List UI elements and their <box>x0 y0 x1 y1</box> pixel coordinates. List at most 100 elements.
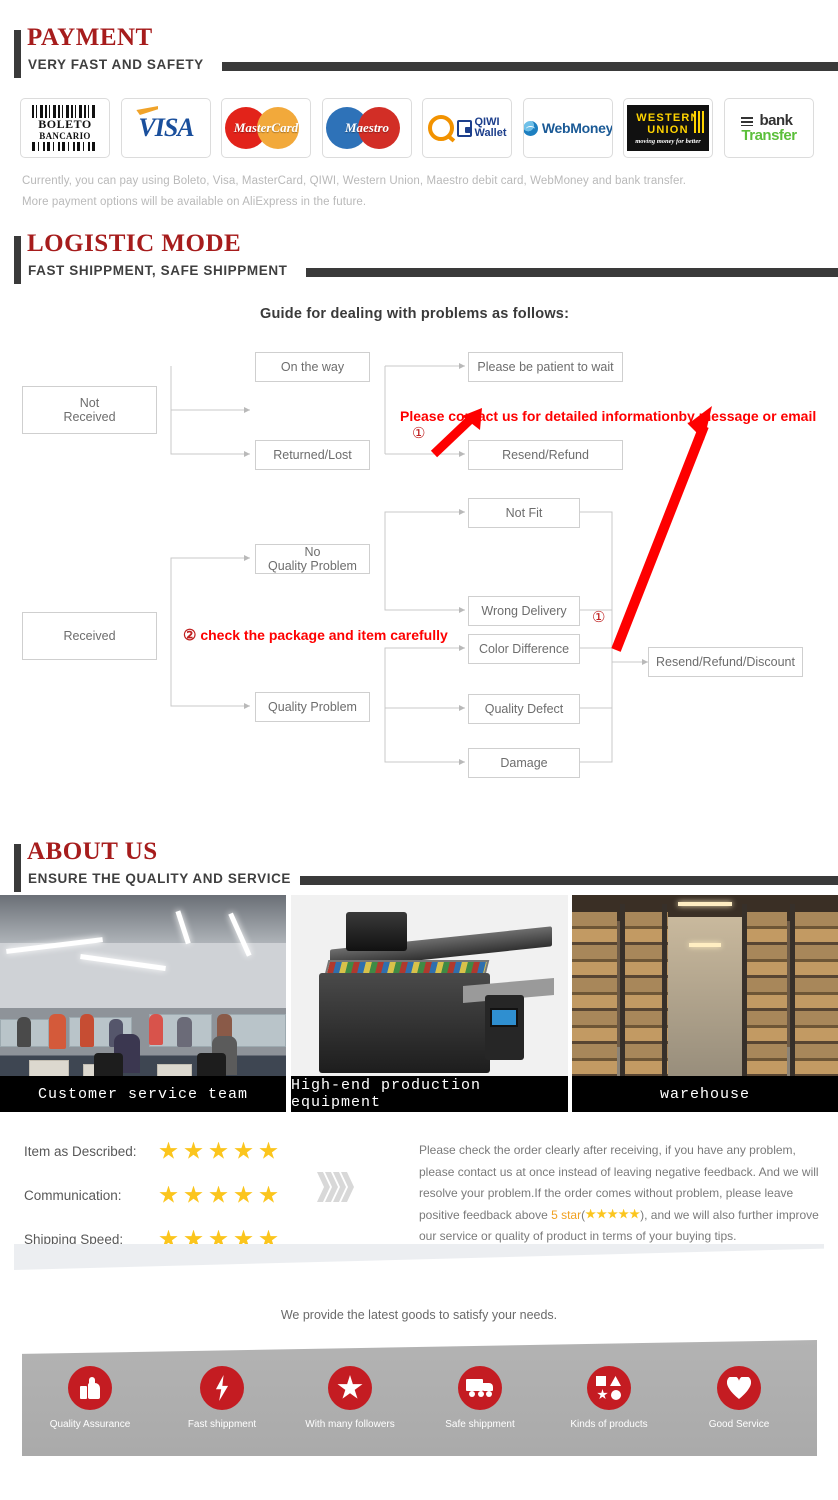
logistic-title: LOGISTIC MODE <box>27 230 242 257</box>
star-icon <box>618 1208 629 1219</box>
star-icon <box>607 1208 618 1219</box>
node-please-wait[interactable]: Please be patient to wait <box>468 352 623 382</box>
boleto-line2: BANCARIO <box>39 131 91 141</box>
webmoney-label: WebMoney <box>541 120 613 136</box>
lightning-icon <box>200 1366 244 1410</box>
office-photo: Customer service team <box>0 895 286 1112</box>
badge-kinds-of-products[interactable]: Kinds of products <box>549 1366 669 1430</box>
qiwi-ring-icon <box>427 115 454 141</box>
header-rule <box>222 62 838 71</box>
star-icon <box>629 1208 640 1219</box>
star-icon <box>259 1185 278 1203</box>
about-title: ABOUT US <box>27 838 158 865</box>
badge-good-service[interactable]: Good Service <box>679 1366 799 1430</box>
badge-quality-assurance[interactable]: Quality Assurance <box>30 1366 150 1430</box>
warehouse-photo-caption: warehouse <box>572 1076 838 1112</box>
header-accent-bar <box>14 30 21 78</box>
badge-label: Safe shippment <box>445 1419 515 1430</box>
office-photo-caption: Customer service team <box>0 1076 286 1112</box>
payment-method-visa[interactable]: VISA <box>121 98 211 158</box>
node-wrong-delivery[interactable]: Wrong Delivery <box>468 596 580 626</box>
feedback-instructions: Please check the order clearly after rec… <box>419 1140 819 1248</box>
about-subtitle: ENSURE THE QUALITY AND SERVICE <box>28 871 292 886</box>
wu-line1: WESTERN <box>636 111 700 124</box>
node-quality-defect[interactable]: Quality Defect <box>468 694 580 724</box>
node-not-received[interactable]: Not Received <box>22 386 157 434</box>
node-no-quality-problem[interactable]: No Quality Problem <box>255 544 370 574</box>
star-icon <box>328 1366 372 1410</box>
footer-tagline: We provide the latest goods to satisfy y… <box>280 1308 558 1322</box>
node-color-difference[interactable]: Color Difference <box>468 634 580 664</box>
qiwi-line2: Wallet <box>474 127 507 139</box>
node-resend-refund-discount[interactable]: Resend/Refund/Discount <box>648 647 803 677</box>
header-rule <box>306 268 838 277</box>
maestro-logo: Maestro <box>326 107 408 149</box>
warehouse-photo: warehouse <box>572 895 838 1112</box>
payment-section-header: PAYMENT VERY FAST AND SAFETY <box>0 24 838 82</box>
feedback-mini-stars: ( <box>581 1208 640 1222</box>
payment-method-bank-transfer[interactable]: bank Transfer <box>724 98 814 158</box>
about-section-header: ABOUT US ENSURE THE QUALITY AND SERVICE <box>0 838 838 896</box>
maestro-label: Maestro <box>344 120 390 135</box>
star-icon <box>159 1185 178 1203</box>
payment-method-webmoney[interactable]: WebMoney <box>523 98 613 158</box>
boleto-bancario-logo: BOLETO BANCARIO <box>32 105 98 151</box>
badge-label: Good Service <box>708 1419 770 1430</box>
star-icon <box>209 1185 228 1203</box>
node-returned-lost[interactable]: Returned/Lost <box>255 440 370 470</box>
rating-row-item-as-described: Item as Described: <box>24 1136 278 1166</box>
node-damage[interactable]: Damage <box>468 748 580 778</box>
thumbs-up-icon <box>68 1366 112 1410</box>
red-arrow-2-icon <box>611 406 712 652</box>
western-union-logo: WESTERN UNION moving money for better <box>627 105 709 151</box>
logistic-subtitle: FAST SHIPPMENT, SAFE SHIPPMENT <box>28 263 288 278</box>
header-accent-bar <box>14 236 21 284</box>
truck-icon <box>458 1366 502 1410</box>
star-icon <box>209 1141 228 1159</box>
logistics-flowchart: Guide for dealing with problems as follo… <box>0 288 838 788</box>
webmoney-globe-icon <box>524 120 538 136</box>
star-icon <box>159 1141 178 1159</box>
wu-line2: UNION <box>647 123 689 136</box>
badge-label: Kinds of products <box>570 1419 648 1430</box>
footer-badge-banner: Quality Assurance Fast shippment With ma… <box>22 1340 817 1456</box>
payment-title: PAYMENT <box>27 24 153 51</box>
heart-icon <box>717 1366 761 1410</box>
feedback-highlight: 5 star <box>551 1207 582 1222</box>
payment-method-western-union[interactable]: WESTERN UNION moving money for better <box>623 98 713 158</box>
chevron-right-icon <box>317 1172 354 1202</box>
badge-with-many-followers[interactable]: With many followers <box>290 1366 410 1430</box>
payment-note-line2: More payment options will be available o… <box>22 196 367 208</box>
mastercard-logo: MasterCard <box>225 107 307 149</box>
payment-method-mastercard[interactable]: MasterCard <box>221 98 311 158</box>
star-icon <box>234 1185 253 1203</box>
about-photo-gallery: Customer service team High-end productio… <box>0 895 838 1112</box>
node-not-fit[interactable]: Not Fit <box>468 498 580 528</box>
badge-fast-shippment[interactable]: Fast shippment <box>162 1366 282 1430</box>
rating-row-communication: Communication: <box>24 1180 278 1210</box>
flowchart-title: Guide for dealing with problems as follo… <box>260 306 570 322</box>
node-received[interactable]: Received <box>22 612 157 660</box>
qiwi-wallet-icon <box>456 119 472 137</box>
payment-method-maestro[interactable]: Maestro <box>322 98 412 158</box>
annotation-marker-1: ① <box>412 426 426 442</box>
star-icon <box>585 1208 596 1219</box>
rating-stars <box>159 1185 278 1205</box>
badge-safe-shippment[interactable]: Safe shippment <box>420 1366 540 1430</box>
header-accent-bar <box>14 844 21 892</box>
annotation-marker-3: ① <box>592 610 606 626</box>
badge-label: With many followers <box>305 1419 395 1430</box>
bank-lines-icon <box>741 117 754 126</box>
annotation-check-package: ② check the package and item carefully <box>183 626 448 645</box>
star-icon <box>184 1185 203 1203</box>
header-rule <box>300 876 838 885</box>
node-on-the-way[interactable]: On the way <box>255 352 370 382</box>
node-quality-problem[interactable]: Quality Problem <box>255 692 370 722</box>
wu-bars-icon <box>694 111 704 133</box>
visa-logo: VISA <box>136 106 195 143</box>
payment-method-qiwi[interactable]: QIWI Wallet <box>422 98 512 158</box>
wu-tagline: moving money for better <box>635 137 701 145</box>
printer-photo-caption: High-end production equipment <box>291 1076 568 1112</box>
bank-transfer-logo: bank Transfer <box>741 113 797 143</box>
payment-method-boleto[interactable]: BOLETO BANCARIO <box>20 98 110 158</box>
